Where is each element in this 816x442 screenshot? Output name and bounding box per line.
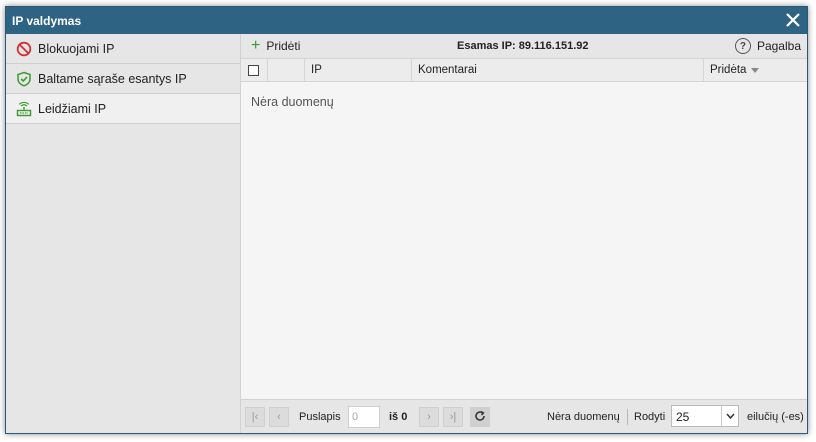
column-header-label: Komentarai xyxy=(418,64,477,76)
ip-management-dialog: IP valdymas Blokuojami IP Baltame sąraše… xyxy=(5,6,808,434)
sidebar-item-blocked-ip[interactable]: Blokuojami IP xyxy=(6,34,240,64)
toolbar: + Pridėti Esamas IP: 89.116.151.92 ? Pag… xyxy=(241,34,807,58)
pager-separator xyxy=(627,409,628,425)
add-button-label: Pridėti xyxy=(266,39,301,53)
sidebar-item-label: Blokuojami IP xyxy=(38,41,115,56)
help-icon: ? xyxy=(734,38,751,54)
page-count-label: iš 0 xyxy=(389,411,408,423)
sort-desc-icon xyxy=(751,67,760,73)
sidebar-item-label: Baltame sąraše esantys IP xyxy=(38,71,187,86)
close-icon[interactable] xyxy=(785,12,801,28)
empty-grid-message: Nėra duomenų xyxy=(251,95,334,109)
title-bar: IP valdymas xyxy=(6,7,807,34)
refresh-icon xyxy=(474,410,486,425)
help-button-label: Pagalba xyxy=(756,39,801,53)
grid-header: IP Komentarai Pridėta xyxy=(241,58,807,82)
spacer-column-header xyxy=(268,59,305,81)
first-page-button[interactable]: |‹ xyxy=(245,407,265,427)
select-all-checkbox[interactable] xyxy=(248,64,259,76)
column-header-label: Pridėta xyxy=(710,64,747,76)
next-page-button[interactable]: › xyxy=(419,407,439,427)
rows-label: eilučių (-es) xyxy=(747,411,804,423)
refresh-button[interactable] xyxy=(470,407,490,427)
pagination-bar: |‹ ‹ Puslapis iš 0 › ›| Nėra duomenų Rod… xyxy=(241,399,807,433)
sidebar: Blokuojami IP Baltame sąraše esantys IP … xyxy=(6,34,241,433)
help-button[interactable]: ? Pagalba xyxy=(734,38,801,54)
dialog-title: IP valdymas xyxy=(12,14,82,28)
pager-status: Nėra duomenų xyxy=(547,411,620,423)
last-page-icon: ›| xyxy=(449,411,457,423)
column-header-added[interactable]: Pridėta xyxy=(704,59,809,81)
page-size-select[interactable]: 25 xyxy=(671,405,739,427)
page-number-input[interactable] xyxy=(348,406,380,428)
last-page-button[interactable]: ›| xyxy=(443,407,463,427)
column-header-ip[interactable]: IP xyxy=(305,59,412,81)
shield-check-icon xyxy=(16,71,32,87)
page-label: Puslapis xyxy=(299,411,341,423)
select-all-cell xyxy=(241,59,268,81)
prev-page-icon: ‹ xyxy=(277,411,281,423)
prev-page-button[interactable]: ‹ xyxy=(269,407,289,427)
next-page-icon: › xyxy=(427,411,431,423)
sidebar-item-allowed-ip[interactable]: Leidžiami IP xyxy=(6,94,240,124)
add-button[interactable]: + Pridėti xyxy=(251,37,301,54)
current-ip-text: Esamas IP: 89.116.151.92 xyxy=(457,40,589,52)
plus-icon: + xyxy=(251,37,261,54)
block-icon xyxy=(16,41,32,57)
chevron-down-icon xyxy=(721,406,738,426)
network-icon xyxy=(16,101,32,117)
page-size-value: 25 xyxy=(676,410,690,424)
show-label: Rodyti xyxy=(634,411,666,423)
sidebar-item-whitelist-ip[interactable]: Baltame sąraše esantys IP xyxy=(6,64,240,94)
column-header-comments[interactable]: Komentarai xyxy=(412,59,704,81)
first-page-icon: |‹ xyxy=(251,411,259,423)
column-header-label: IP xyxy=(311,64,322,76)
main-panel: + Pridėti Esamas IP: 89.116.151.92 ? Pag… xyxy=(241,34,807,433)
sidebar-item-label: Leidžiami IP xyxy=(38,101,107,116)
